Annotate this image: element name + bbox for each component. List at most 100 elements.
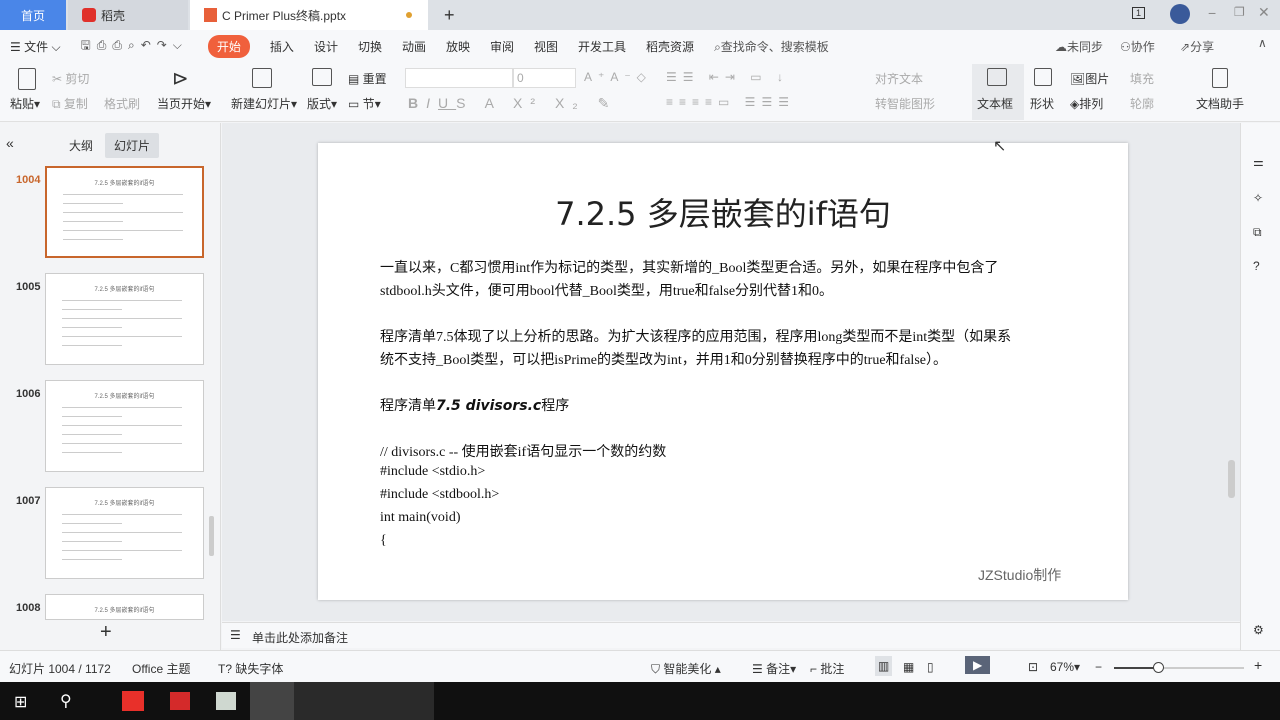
- collapse-panel-icon[interactable]: «: [6, 135, 14, 151]
- slide-title[interactable]: 7.2.5 多层嵌套的if语句: [318, 189, 1128, 235]
- panel-scrollbar[interactable]: [209, 516, 214, 556]
- tab-transition[interactable]: 切换: [358, 38, 382, 55]
- picture-button[interactable]: 🖼图片: [1070, 70, 1109, 87]
- canvas-scrollbar[interactable]: [1228, 460, 1235, 498]
- add-slide-button[interactable]: +: [100, 621, 112, 644]
- app-icon[interactable]: [216, 692, 236, 710]
- notes-bar[interactable]: ☰ 单击此处添加备注: [222, 622, 1240, 648]
- format-painter-button[interactable]: 格式刷: [104, 95, 140, 112]
- windows-start-icon[interactable]: ⊞: [14, 692, 27, 712]
- font-size-select[interactable]: 0: [513, 68, 576, 88]
- right-toolbar: ⚌ ✧ ⧉ ? ⚙: [1240, 123, 1280, 650]
- tab-developer[interactable]: 开发工具: [578, 38, 626, 55]
- reset-button[interactable]: ▤ 重置: [348, 70, 387, 87]
- normal-view-button[interactable]: ▥: [875, 656, 893, 676]
- zoom-out-button[interactable]: −: [1095, 660, 1102, 674]
- sorter-view-button[interactable]: ▦: [903, 660, 914, 674]
- play-button[interactable]: ▶: [965, 656, 991, 674]
- zoom-slider[interactable]: [1114, 662, 1244, 673]
- smartart-button[interactable]: 转智能图形: [875, 95, 935, 112]
- search-icon[interactable]: ⚲: [60, 691, 72, 711]
- tab-label: 稻壳: [101, 8, 126, 23]
- font-style-buttons[interactable]: BIUS A X² X₂ ✎: [408, 95, 617, 112]
- restore-button[interactable]: ❐: [1234, 5, 1245, 19]
- slide[interactable]: 7.2.5 多层嵌套的if语句 一直以来，C都习惯用int作为标记的类型，其实新…: [318, 143, 1128, 600]
- wps-app-icon[interactable]: [122, 691, 144, 711]
- cut-button[interactable]: ✂ 剪切: [52, 70, 89, 87]
- tab-review[interactable]: 审阅: [490, 38, 514, 55]
- search-icon: ⌕: [714, 39, 721, 54]
- layout-button[interactable]: 版式▾: [307, 95, 337, 112]
- missing-font-button[interactable]: T? 缺失字体: [218, 660, 283, 677]
- new-tab-button[interactable]: +: [430, 0, 455, 30]
- new-slide-button[interactable]: 新建幻灯片▾: [231, 95, 297, 112]
- fit-icon[interactable]: ⊡: [1028, 660, 1038, 674]
- avatar[interactable]: [1170, 4, 1190, 24]
- shape-icon: [1034, 68, 1052, 89]
- window-count-badge[interactable]: 1: [1132, 7, 1146, 19]
- search-command[interactable]: ⌕查找命令、搜索模板: [714, 38, 829, 55]
- close-button[interactable]: ✕: [1258, 4, 1270, 21]
- list-buttons[interactable]: ☰☰ ⇤⇥ ▭ ↓: [666, 70, 789, 84]
- slide-thumbnail[interactable]: 7.2.5 多层嵌套的if语句: [45, 166, 204, 258]
- font-size-buttons[interactable]: A⁺A⁻◇: [584, 70, 652, 84]
- outline-button[interactable]: 轮廓: [1130, 95, 1154, 112]
- comment-button[interactable]: ⌐ 批注: [810, 660, 844, 677]
- tab-slideshow[interactable]: 放映: [446, 38, 470, 55]
- fill-button[interactable]: 填充: [1130, 70, 1154, 87]
- tab-design[interactable]: 设计: [314, 38, 338, 55]
- beautify-label: 智能美化: [663, 662, 712, 676]
- tab-docer-resources[interactable]: 稻壳资源: [646, 38, 694, 55]
- notes-placeholder[interactable]: 单击此处添加备注: [252, 629, 348, 646]
- slide-thumbnail[interactable]: 7.2.5 多层嵌套的if语句: [45, 487, 204, 579]
- collab-label: 协作: [1130, 40, 1155, 54]
- collab-button[interactable]: ⚇协作: [1120, 38, 1155, 55]
- active-task[interactable]: [250, 682, 294, 720]
- slide-thumbnail[interactable]: 7.2.5 多层嵌套的if语句: [45, 594, 204, 620]
- thumb-number: 1008: [16, 602, 41, 614]
- zoom-select[interactable]: 67%▾: [1050, 660, 1080, 674]
- tab-label: C Primer Plus终稿.pptx: [222, 8, 347, 23]
- help-icon[interactable]: ?: [1253, 259, 1260, 273]
- sync-button[interactable]: ☁未同步: [1055, 38, 1103, 55]
- notes-toggle[interactable]: ☰ 备注▾: [752, 660, 796, 677]
- file-menu[interactable]: ☰ 文件 ⌵: [10, 38, 61, 55]
- tab-view[interactable]: 视图: [534, 38, 558, 55]
- reading-view-button[interactable]: ▯: [927, 660, 934, 674]
- play-from-current-button[interactable]: 当页开始▾: [157, 95, 211, 112]
- copy-button[interactable]: ⧉ 复制: [52, 95, 88, 112]
- section-button[interactable]: ▭ 节▾: [348, 95, 381, 112]
- slide-thumbnail[interactable]: 7.2.5 多层嵌套的if语句: [45, 273, 204, 365]
- share-button[interactable]: ⇗分享: [1180, 38, 1214, 55]
- tab-animation[interactable]: 动画: [402, 38, 426, 55]
- minimize-button[interactable]: −: [1208, 5, 1216, 21]
- presentation-app-icon[interactable]: [170, 692, 190, 710]
- zoom-in-button[interactable]: +: [1254, 657, 1262, 673]
- tab-slides[interactable]: 幻灯片: [105, 133, 160, 158]
- code-line: #include <stdio.h>: [380, 464, 486, 479]
- shape-button[interactable]: 形状: [1030, 95, 1054, 112]
- align-text-button[interactable]: 对齐文本: [875, 70, 923, 87]
- slide-thumbnail[interactable]: 7.2.5 多层嵌套的if语句: [45, 380, 204, 472]
- align-buttons[interactable]: ≡≡≡≡▭ ☰☰☰: [666, 95, 795, 109]
- beautify-button[interactable]: ⛉ 智能美化 ▴: [651, 660, 721, 677]
- tab-insert[interactable]: 插入: [270, 38, 294, 55]
- tab-home[interactable]: 首页: [0, 0, 66, 30]
- tab-start[interactable]: 开始: [207, 34, 250, 58]
- copy-icon[interactable]: ⧉: [1253, 225, 1262, 240]
- font-name-select[interactable]: [405, 68, 513, 88]
- arrange-button[interactable]: ◈排列: [1070, 95, 1103, 112]
- quick-access-icons[interactable]: 🖫⎙⎙⌕↶↷⌵: [81, 36, 188, 57]
- tab-docer[interactable]: 稻壳: [68, 0, 188, 30]
- collapse-ribbon-button[interactable]: ∧: [1258, 36, 1267, 50]
- paste-button[interactable]: 粘贴▾: [10, 95, 40, 112]
- tab-outline[interactable]: 大纲: [69, 137, 93, 154]
- thumb-number: 1005: [16, 281, 41, 293]
- pin-icon[interactable]: ✧: [1253, 191, 1263, 205]
- tab-document[interactable]: C Primer Plus终稿.pptx: [190, 0, 428, 30]
- theme-label[interactable]: Office 主题: [132, 660, 190, 677]
- settings-icon[interactable]: ⚌: [1253, 155, 1264, 169]
- settings-gear-icon[interactable]: ⚙: [1253, 623, 1264, 637]
- doc-assistant-button[interactable]: 文档助手: [1196, 95, 1244, 112]
- zoom-slider-knob[interactable]: [1153, 662, 1164, 673]
